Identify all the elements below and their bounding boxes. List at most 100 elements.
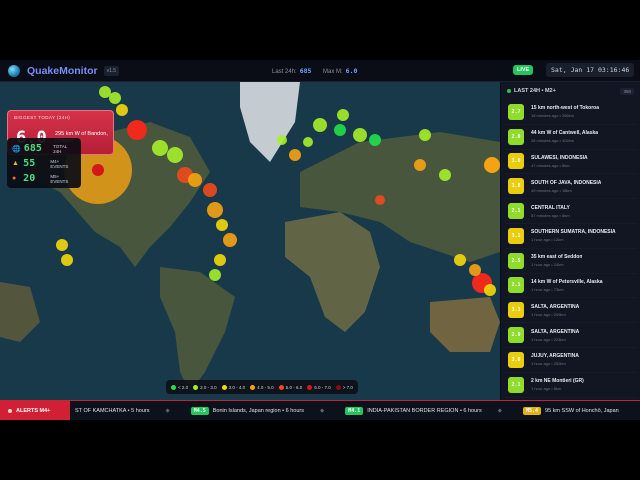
quake-marker[interactable]	[484, 157, 500, 173]
legend-swatch-icon	[221, 384, 227, 390]
quake-list-item[interactable]: 2.0 44 km W of Cantwell, Alaska 26 minutes…	[505, 125, 637, 150]
quake-marker[interactable]	[99, 86, 111, 98]
quake-marker[interactable]	[152, 140, 168, 156]
ticker-text: ST OF KAMCHATKA • 5 hours	[75, 407, 150, 414]
quake-marker[interactable]	[223, 233, 237, 247]
quake-marker[interactable]	[207, 202, 223, 218]
quake-marker[interactable]	[439, 169, 451, 181]
magnitude-badge: 2.7	[508, 103, 524, 120]
quake-place: 15 km north-west of Tokoroa	[531, 105, 599, 112]
magnitude-badge: 2.1	[508, 203, 524, 220]
quake-list-item[interactable]: 2.9 SALTA, ARGENTINA 1 hour ago • 224km	[505, 323, 637, 348]
quake-info: SALTA, ARGENTINA 1 hour ago • 209km	[531, 304, 579, 317]
live-badge[interactable]: LIVE	[513, 65, 534, 75]
australia-land	[430, 297, 500, 352]
quake-list-item[interactable]: 2.1 14 km W of Petersville, Alaska 1 hour …	[505, 274, 637, 299]
quake-meta: 1 hour ago • 24km	[531, 262, 564, 268]
legend-label: < 2.0	[178, 384, 189, 390]
recent-quakes-panel: LAST 24H • M2+ 350 2.7 15 km north-west of…	[501, 82, 640, 400]
world-map[interactable]: BIGGEST TODAY (24H) 6.0 295 km W of Band…	[0, 82, 500, 400]
magnitude-badge: 3.1	[508, 227, 524, 244]
quake-marker[interactable]	[484, 284, 496, 296]
ticker-mag-badge: M4.5	[190, 406, 209, 415]
quake-marker[interactable]	[414, 159, 426, 171]
quake-marker[interactable]	[469, 264, 481, 276]
quake-marker[interactable]	[127, 120, 147, 140]
quake-info: SALTA, ARGENTINA 1 hour ago • 224km	[531, 329, 579, 342]
quake-place: 35 km east of Seddon	[531, 254, 583, 261]
quake-marker[interactable]	[203, 183, 217, 197]
ticker-item[interactable]: M5.4 95 km SSW of Honchō, Japan	[522, 406, 619, 415]
quake-list-item[interactable]: 2.1 2 km NE Montieri (GR) 1 hour ago • 8km	[505, 373, 637, 398]
quake-marker[interactable]	[303, 137, 313, 147]
quake-list-item[interactable]: 2.1 CENTRAL ITALY 57 minutes ago • 8km	[505, 199, 637, 224]
quake-place: 44 km W of Cantwell, Alaska	[531, 130, 599, 137]
magnitude-badge: 3.3	[508, 302, 524, 319]
legend-swatch-icon	[193, 384, 199, 390]
quake-list[interactable]: 2.7 15 km north-west of Tokoroa 18 minutes…	[501, 100, 640, 398]
magnitude-badge: 3.0	[508, 351, 524, 368]
legend-swatch-icon	[171, 384, 176, 390]
legend-item: > 7.0	[335, 384, 353, 390]
quake-marker[interactable]	[334, 124, 346, 136]
australia-west-land	[0, 282, 40, 342]
alerts-label: ALERTS M4+	[0, 401, 70, 420]
quake-info: JUJUY, ARGENTINA 1 hour ago • 252km	[531, 353, 579, 366]
ticker-item[interactable]: M4.5 Bonin Islands, Japan region • 6 hour…	[190, 406, 341, 415]
quake-meta: 47 minutes ago • 8km	[531, 162, 570, 168]
quake-marker[interactable]	[375, 195, 385, 205]
legend-item: < 2.0	[171, 384, 189, 390]
south-america-land	[160, 267, 235, 392]
quake-marker[interactable]	[277, 135, 287, 145]
quake-list-item[interactable]: 3.0 JUJUY, ARGENTINA 1 hour ago • 252km	[505, 348, 637, 373]
quake-marker[interactable]	[353, 128, 367, 142]
quake-marker[interactable]	[337, 109, 349, 121]
legend-label: 5.0 - 6.0	[285, 384, 303, 390]
quake-marker[interactable]	[454, 254, 466, 266]
quake-place: SALTA, ARGENTINA	[531, 328, 580, 335]
quake-marker[interactable]	[167, 147, 183, 163]
quake-marker[interactable]	[214, 254, 226, 266]
quake-info: SULAWESI, INDONESIA 47 minutes ago • 8km	[531, 155, 588, 168]
ticker-text: Bonin Islands, Japan region • 6 hours	[212, 407, 304, 414]
quake-marker[interactable]	[188, 173, 202, 187]
quake-marker[interactable]	[109, 92, 121, 104]
quake-marker[interactable]	[209, 269, 221, 281]
panel-header: LAST 24H • M2+ 350	[501, 82, 640, 100]
quake-list-item[interactable]: 3.3 SALTA, ARGENTINA 1 hour ago • 209km	[505, 298, 637, 324]
quake-marker[interactable]	[289, 149, 301, 161]
quake-marker[interactable]	[369, 134, 381, 146]
quake-marker[interactable]	[116, 104, 128, 116]
stat-value: 55	[23, 158, 36, 169]
quake-marker[interactable]	[56, 239, 68, 251]
legend-item: 4.0 - 5.0	[250, 384, 274, 390]
quake-list-item[interactable]: 2.5 35 km east of Seddon 1 hour ago • 24km	[505, 249, 637, 274]
quake-list-item[interactable]: 2.7 15 km north-west of Tokoroa 18 minutes…	[505, 100, 637, 125]
ticker-text: INDIA-PAKISTAN BORDER REGION • 6 hours	[367, 407, 482, 414]
quake-info: 35 km east of Seddon 1 hour ago • 24km	[531, 254, 582, 267]
globe-logo-icon	[8, 64, 20, 77]
quake-marker[interactable]	[92, 164, 104, 176]
ticker-item[interactable]: M4.1 INDIA-PAKISTAN BORDER REGION • 6 hou…	[345, 406, 518, 415]
last24-stat: Last 24h: 685	[272, 67, 311, 75]
ticker-mag-badge: M4.1	[345, 406, 364, 415]
live-dot-icon	[507, 89, 511, 93]
quake-list-item[interactable]: 3.1 SOUTHERN SUMATRA, INDONESIA 1 hour ago…	[505, 224, 637, 249]
stat-label: TOTAL 24H	[53, 143, 68, 154]
quake-list-item[interactable]: 3.8 SOUTH OF JAVA, INDONESIA 49 minutes ag…	[505, 174, 637, 200]
quake-place: SOUTHERN SUMATRA, INDONESIA	[531, 229, 616, 236]
quake-marker[interactable]	[419, 129, 431, 141]
quake-place: SULAWESI, INDONESIA	[531, 154, 588, 161]
quake-marker[interactable]	[313, 118, 327, 132]
globe-icon: 🌐	[12, 145, 21, 153]
ticker-item[interactable]: ST OF KAMCHATKA • 5 hours ◆	[75, 407, 186, 415]
legend-label: 6.0 - 7.0	[314, 384, 331, 390]
quake-meta: 18 minutes ago • 266km	[531, 113, 574, 119]
quake-list-item[interactable]: 3.0 SULAWESI, INDONESIA 47 minutes ago • 8…	[505, 150, 637, 175]
quake-marker[interactable]	[61, 254, 73, 266]
stat-label: M5+ EVENTS	[50, 173, 69, 184]
fire-icon: ●	[12, 175, 17, 182]
quake-marker[interactable]	[216, 219, 228, 231]
magnitude-badge: 2.5	[508, 252, 524, 269]
alerts-label-text: ALERTS M4+	[16, 407, 51, 414]
